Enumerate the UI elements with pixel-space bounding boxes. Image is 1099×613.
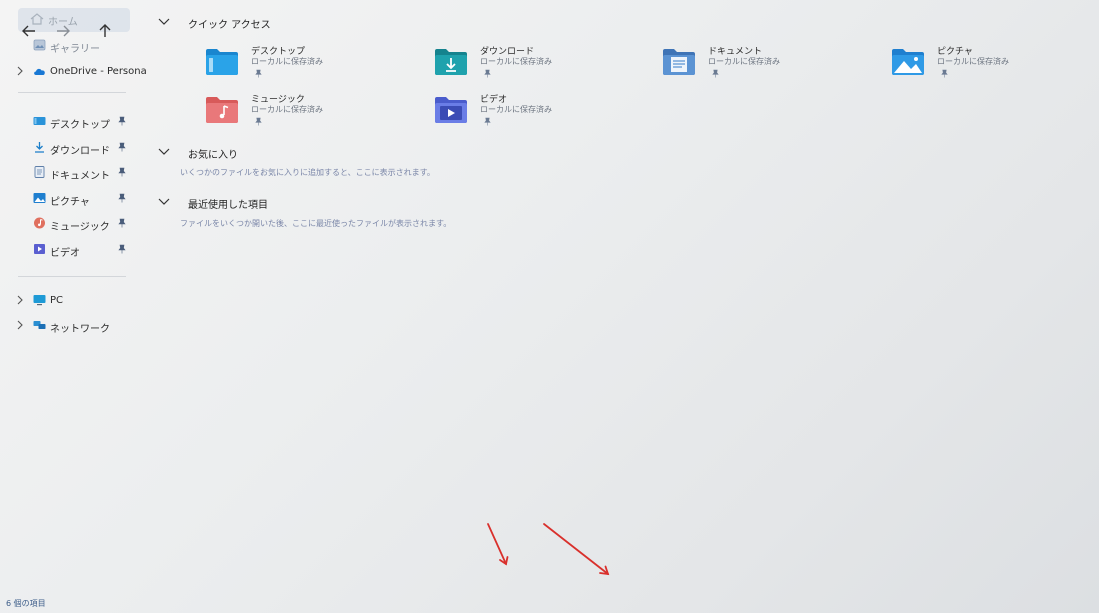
quick-access-tile-music[interactable]: ミュージック ローカルに保存済み <box>205 90 405 134</box>
document-icon <box>34 166 45 178</box>
sidebar-item-network[interactable]: ネットワーク <box>0 315 140 337</box>
sidebar-item-label: ビデオ <box>50 248 80 259</box>
chevron-right-icon[interactable] <box>16 320 24 330</box>
tile-status: ローカルに保存済み <box>708 57 780 66</box>
sidebar-item-downloads[interactable]: ダウンロード <box>0 137 140 159</box>
pin-icon[interactable] <box>118 218 126 228</box>
forward-button[interactable] <box>54 22 72 40</box>
favorites-empty-message: いくつかのファイルをお気に入りに追加すると、ここに表示されます。 <box>180 168 435 177</box>
section-title: クイック アクセス <box>188 20 271 31</box>
content-pane: クイック アクセス デスクトップ ローカルに保存済み ダウンロード ローカルに保… <box>150 0 1099 613</box>
tile-status: ローカルに保存済み <box>480 57 552 66</box>
sidebar-item-label: OneDrive - Persona <box>50 66 147 77</box>
chevron-right-icon[interactable] <box>16 66 24 76</box>
music-folder-icon <box>206 97 238 123</box>
sidebar-item-label: ダウンロード <box>50 146 110 157</box>
red-arrows-annotation <box>487 523 610 576</box>
section-title: 最近使用した項目 <box>188 200 268 211</box>
sidebar-item-onedrive[interactable]: OneDrive - Persona <box>0 61 147 83</box>
pin-icon <box>484 117 491 126</box>
tile-status: ローカルに保存済み <box>937 57 1009 66</box>
chevron-down-icon[interactable] <box>158 196 170 206</box>
pc-icon <box>33 295 46 306</box>
pin-icon <box>941 69 948 78</box>
pictures-icon <box>33 193 46 203</box>
chevron-down-icon[interactable] <box>158 146 170 156</box>
pin-icon[interactable] <box>118 244 126 254</box>
sidebar-divider <box>18 92 126 93</box>
quick-access-tile-desktop[interactable]: デスクトップ ローカルに保存済み <box>205 42 405 86</box>
pictures-folder-icon <box>892 49 924 75</box>
video-folder-icon <box>435 97 467 123</box>
chevron-right-icon[interactable] <box>16 295 24 305</box>
pin-icon <box>712 69 719 78</box>
navigation-buttons <box>14 14 134 44</box>
pin-icon <box>484 69 491 78</box>
pin-icon <box>255 117 262 126</box>
onedrive-icon <box>34 68 45 75</box>
sidebar-item-pictures[interactable]: ピクチャ <box>0 188 140 210</box>
sidebar-item-desktop[interactable]: デスクトップ <box>0 111 140 133</box>
arrow-right-icon <box>57 25 70 37</box>
tile-status: ローカルに保存済み <box>480 105 552 114</box>
desktop-folder-icon <box>206 49 238 75</box>
download-icon <box>35 142 44 153</box>
video-icon <box>34 244 45 254</box>
sidebar-item-label: ネットワーク <box>50 324 110 335</box>
sidebar-item-videos[interactable]: ビデオ <box>0 239 140 261</box>
arrow-up-icon <box>99 24 111 37</box>
desktop-icon <box>33 117 46 125</box>
sidebar-item-label: ドキュメント <box>50 171 110 182</box>
arrow-left-icon <box>22 25 35 37</box>
pin-icon[interactable] <box>118 142 126 152</box>
download-folder-icon <box>435 49 467 75</box>
tile-status: ローカルに保存済み <box>251 57 323 66</box>
sidebar-item-label: デスクトップ <box>50 120 110 131</box>
network-icon <box>33 321 46 329</box>
pin-icon[interactable] <box>118 193 126 203</box>
chevron-down-icon[interactable] <box>158 16 170 26</box>
sidebar-item-label: ピクチャ <box>50 197 90 208</box>
tile-status: ローカルに保存済み <box>251 105 323 114</box>
status-item-count: 6 個の項目 <box>6 599 46 608</box>
sidebar-item-pc[interactable]: PC <box>0 290 140 312</box>
pin-icon[interactable] <box>118 167 126 177</box>
quick-access-tile-downloads[interactable]: ダウンロード ローカルに保存済み <box>434 42 634 86</box>
up-button[interactable] <box>96 22 114 40</box>
navigation-pane: ホーム ギャラリー OneDrive - Persona デスクトップ ダウンロ… <box>0 0 147 613</box>
sidebar-item-label: ミュージック <box>50 222 110 233</box>
back-button[interactable] <box>20 22 38 40</box>
sidebar-divider <box>18 276 126 277</box>
sidebar-item-music[interactable]: ミュージック <box>0 213 140 235</box>
sidebar-item-label: PC <box>50 295 64 306</box>
quick-access-tile-videos[interactable]: ビデオ ローカルに保存済み <box>434 90 634 134</box>
quick-access-tile-pictures[interactable]: ピクチャ ローカルに保存済み <box>891 42 1091 86</box>
section-title: お気に入り <box>188 150 238 161</box>
document-folder-icon <box>663 49 695 75</box>
sidebar-item-documents[interactable]: ドキュメント <box>0 162 140 184</box>
recent-empty-message: ファイルをいくつか開いた後、ここに最近使ったファイルが表示されます。 <box>180 219 452 228</box>
pin-icon[interactable] <box>118 116 126 126</box>
quick-access-tile-documents[interactable]: ドキュメント ローカルに保存済み <box>662 42 862 86</box>
pin-icon <box>255 69 262 78</box>
music-icon <box>34 217 45 229</box>
